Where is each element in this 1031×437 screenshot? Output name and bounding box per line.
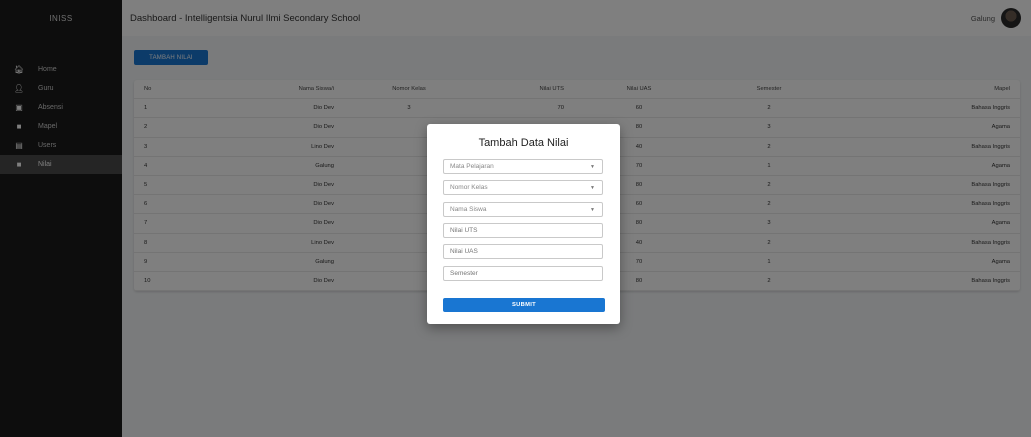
uas-score-input[interactable]: [443, 244, 603, 259]
add-grade-modal: Tambah Data Nilai Mata Pelajaran ▼ Nomor…: [427, 124, 620, 324]
uts-score-input[interactable]: [443, 223, 603, 238]
chevron-down-icon: ▼: [590, 185, 595, 191]
semester-input[interactable]: [443, 266, 603, 281]
student-name-select[interactable]: Nama Siswa ▼: [443, 202, 603, 217]
subject-select-placeholder: Mata Pelajaran: [450, 163, 494, 170]
chevron-down-icon: ▼: [590, 207, 595, 213]
submit-button[interactable]: SUBMIT: [443, 298, 605, 312]
modal-title: Tambah Data Nilai: [478, 137, 569, 149]
class-number-select-placeholder: Nomor Kelas: [450, 184, 488, 191]
class-number-select[interactable]: Nomor Kelas ▼: [443, 180, 603, 195]
subject-select[interactable]: Mata Pelajaran ▼: [443, 159, 603, 174]
student-name-select-placeholder: Nama Siswa: [450, 206, 487, 213]
chevron-down-icon: ▼: [590, 164, 595, 170]
